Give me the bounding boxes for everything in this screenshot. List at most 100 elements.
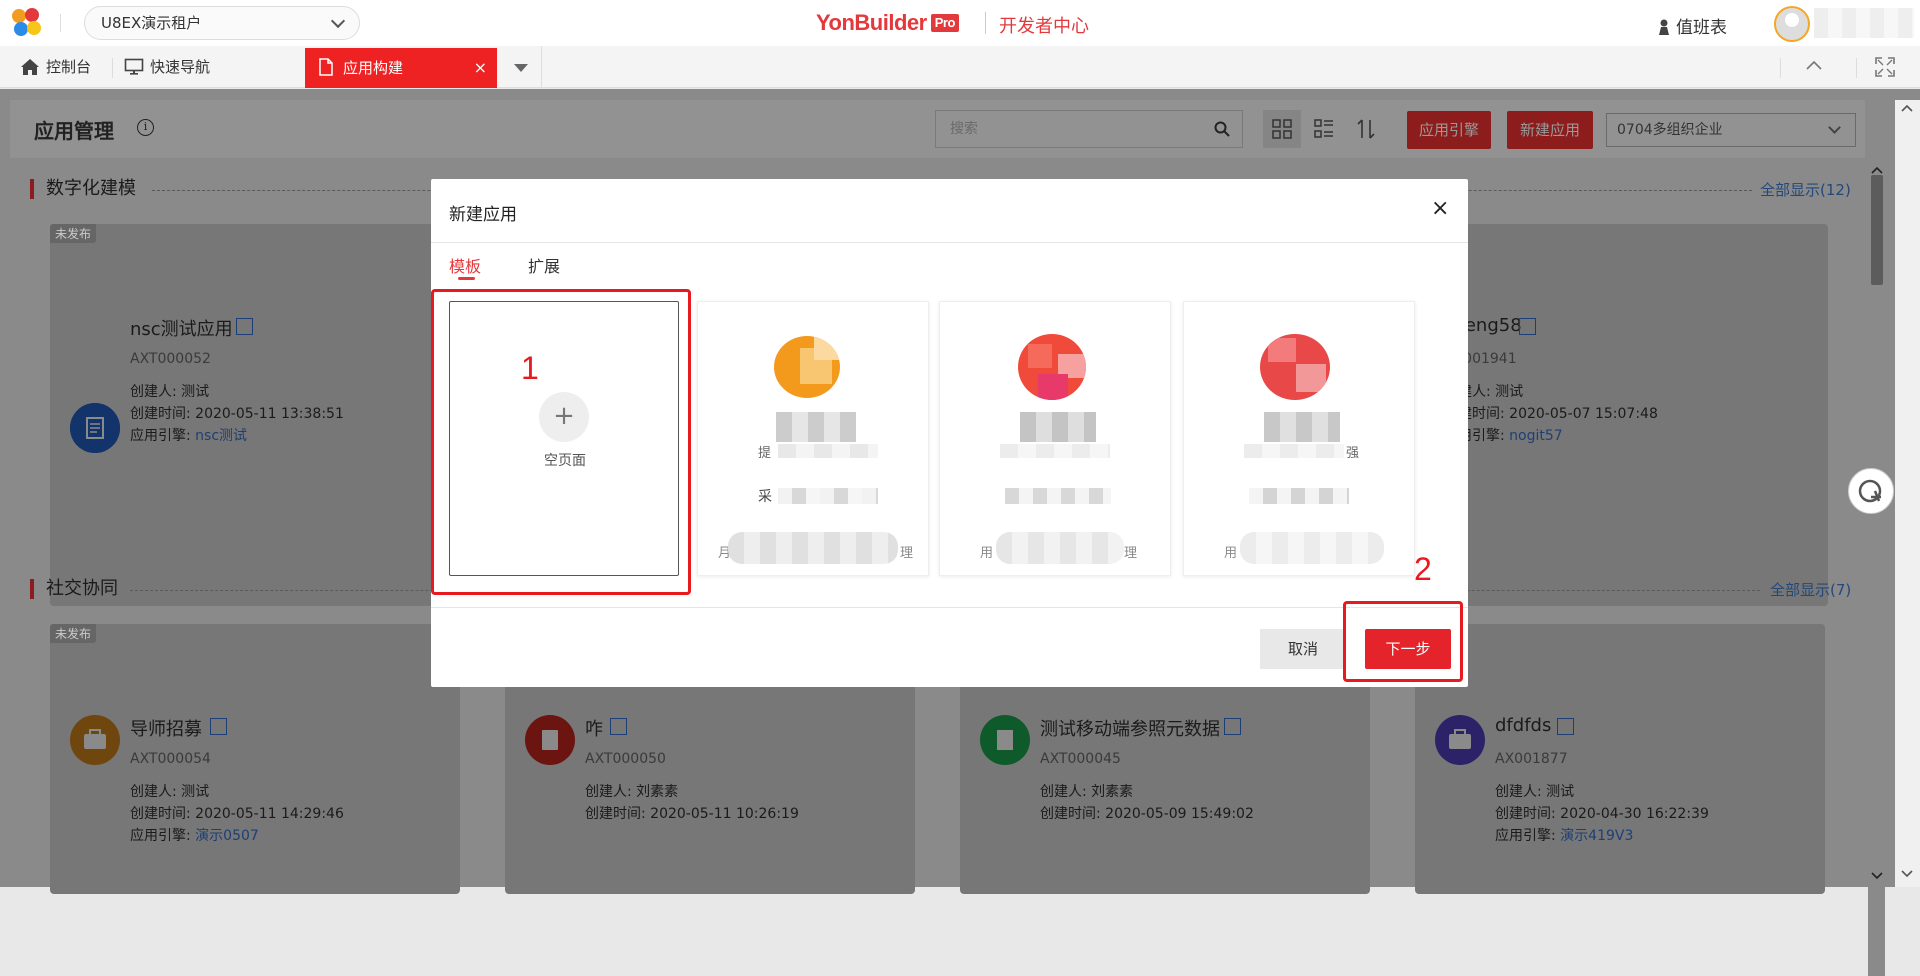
dialog-divider (431, 242, 1468, 243)
list-doc-icon (980, 715, 1030, 765)
window-scrollbar[interactable] (1895, 100, 1920, 887)
tenant-selector[interactable]: U8EX演示租户 (84, 6, 360, 40)
template-icon (1260, 334, 1330, 400)
info-icon[interactable]: i (137, 119, 154, 136)
app-engine-link[interactable]: 演示419V3 (1560, 828, 1633, 844)
chevron-down-icon (1828, 121, 1841, 134)
section-title-collab: 社交协同 (30, 579, 118, 599)
app-created-time: 创建时间: 2020-04-30 16:22:39 (1495, 806, 1709, 822)
template-card-1[interactable]: 提 采 月 理 (697, 301, 929, 576)
app-created-time: 创建时间: 2020-05-11 13:38:51 (130, 406, 344, 422)
tab-app-build[interactable]: 应用构建 × (305, 48, 497, 88)
blurred-fragment: 提 (758, 446, 772, 461)
doc-badge-icon[interactable] (236, 318, 253, 335)
app-created-time: 创建时间: 2020-05-11 14:29:46 (130, 806, 344, 822)
template-icon (774, 336, 840, 398)
app-creator: 创建人: 测试 (130, 384, 210, 400)
app-code: AXT000052 (130, 351, 211, 367)
document-icon (70, 403, 120, 453)
document-icon (319, 58, 333, 76)
doc-badge-icon[interactable] (210, 718, 227, 735)
monitor-icon (124, 58, 144, 75)
doc-badge-icon[interactable] (1557, 718, 1574, 735)
sort-icon[interactable] (1347, 110, 1385, 148)
show-all-collab-link[interactable]: 全部显示(7) (1770, 579, 1851, 600)
tab-bar: 控制台 快速导航 应用构建 × (0, 46, 1920, 88)
template-card-3[interactable]: 强 用 (1183, 301, 1415, 576)
tab-extend[interactable]: 扩展 (528, 253, 560, 277)
app-name: 测试移动端参照元数据 (1040, 719, 1220, 740)
app-creator: 创建人: 测试 (1495, 784, 1575, 800)
person-icon (1659, 19, 1669, 35)
doc-badge-icon[interactable] (610, 718, 627, 735)
blurred-text (778, 488, 878, 504)
dev-center-title: 开发者中心 (999, 16, 1089, 37)
blurred-text (1264, 412, 1340, 442)
tab-console[interactable]: 控制台 (20, 46, 91, 88)
cancel-button[interactable]: 取消 (1260, 629, 1346, 669)
tab-template[interactable]: 模板 (449, 253, 481, 277)
app-logo-icon[interactable] (12, 8, 46, 38)
blurred-fragment: 用 (1224, 546, 1238, 561)
template-icon (1018, 334, 1086, 400)
blurred-fragment: 用 (980, 546, 994, 561)
blurred-text (1240, 532, 1384, 564)
search-placeholder: 搜索 (950, 121, 978, 137)
app-engine-label: 应用引擎: (130, 428, 196, 444)
grid-view-icon[interactable] (1263, 110, 1301, 148)
page-scrollbar[interactable] (1868, 248, 1885, 976)
app-engine-link[interactable]: nsc测试 (195, 428, 247, 444)
status-badge: 未发布 (50, 224, 97, 243)
duty-schedule-link[interactable]: 值班表 (1658, 13, 1727, 38)
duty-label: 值班表 (1676, 18, 1727, 38)
scroll-thumb[interactable] (1871, 175, 1883, 285)
avatar[interactable] (1774, 6, 1810, 42)
show-all-modeling-link[interactable]: 全部显示(12) (1760, 179, 1851, 200)
annotation-number-2: 2 (1414, 551, 1432, 587)
search-input[interactable]: 搜索 (935, 110, 1243, 148)
scroll-up-icon[interactable] (1901, 104, 1913, 112)
template-card-2[interactable]: 用 理 (939, 301, 1171, 576)
username-blurred[interactable] (1814, 8, 1914, 38)
tab-dropdown-icon[interactable] (500, 46, 540, 88)
app-engine-label: 应用引擎: (130, 828, 196, 844)
blurred-fragment: 采 (758, 489, 772, 505)
tab-app-build-label: 应用构建 (343, 59, 404, 77)
briefcase-icon (70, 715, 120, 765)
org-select[interactable]: 0704多组织企业 (1606, 113, 1856, 147)
tab-quick-nav-label: 快速导航 (150, 58, 211, 76)
app-engine-link[interactable]: nogit57 (1509, 428, 1563, 444)
brand-divider (985, 12, 986, 34)
doc-badge-icon[interactable] (1224, 718, 1241, 735)
annotation-number-1: 1 (521, 350, 539, 386)
scroll-down-icon[interactable] (1871, 868, 1883, 884)
blurred-text (1000, 444, 1110, 458)
tab-close-icon[interactable]: × (474, 48, 487, 88)
blurred-text (996, 532, 1124, 564)
dialog-title: 新建应用 (449, 205, 517, 225)
page-title: 应用管理 (34, 119, 114, 143)
doc-badge-icon[interactable] (1519, 318, 1536, 335)
blurred-text (1005, 488, 1111, 504)
fullscreen-icon[interactable] (1875, 57, 1895, 77)
brand-logo: YonBuilder Pro (816, 10, 959, 36)
app-code: AXT000050 (585, 751, 666, 767)
toolbox-icon (1435, 715, 1485, 765)
app-created-time: 创建时间: 2020-05-07 15:07:48 (1444, 406, 1658, 422)
search-icon[interactable] (1214, 121, 1230, 137)
collapse-up-icon[interactable] (1806, 60, 1822, 72)
app-name: 导师招募 (130, 719, 202, 740)
blurred-text (778, 444, 878, 458)
close-icon[interactable]: × (1431, 196, 1449, 221)
tab-quick-nav[interactable]: 快速导航 (124, 46, 210, 88)
app-engine-button[interactable]: 应用引擎 (1407, 111, 1491, 149)
blurred-text (728, 532, 898, 564)
app-name: 咋 (585, 719, 603, 740)
list-view-icon[interactable] (1305, 110, 1343, 148)
app-name: dfdfds (1495, 715, 1552, 736)
app-engine-link[interactable]: 演示0507 (195, 828, 259, 844)
new-app-button[interactable]: 新建应用 (1507, 111, 1593, 149)
assistant-float-button[interactable] (1848, 468, 1894, 514)
tenant-label: U8EX演示租户 (101, 14, 202, 32)
scroll-down-icon[interactable] (1901, 870, 1913, 878)
